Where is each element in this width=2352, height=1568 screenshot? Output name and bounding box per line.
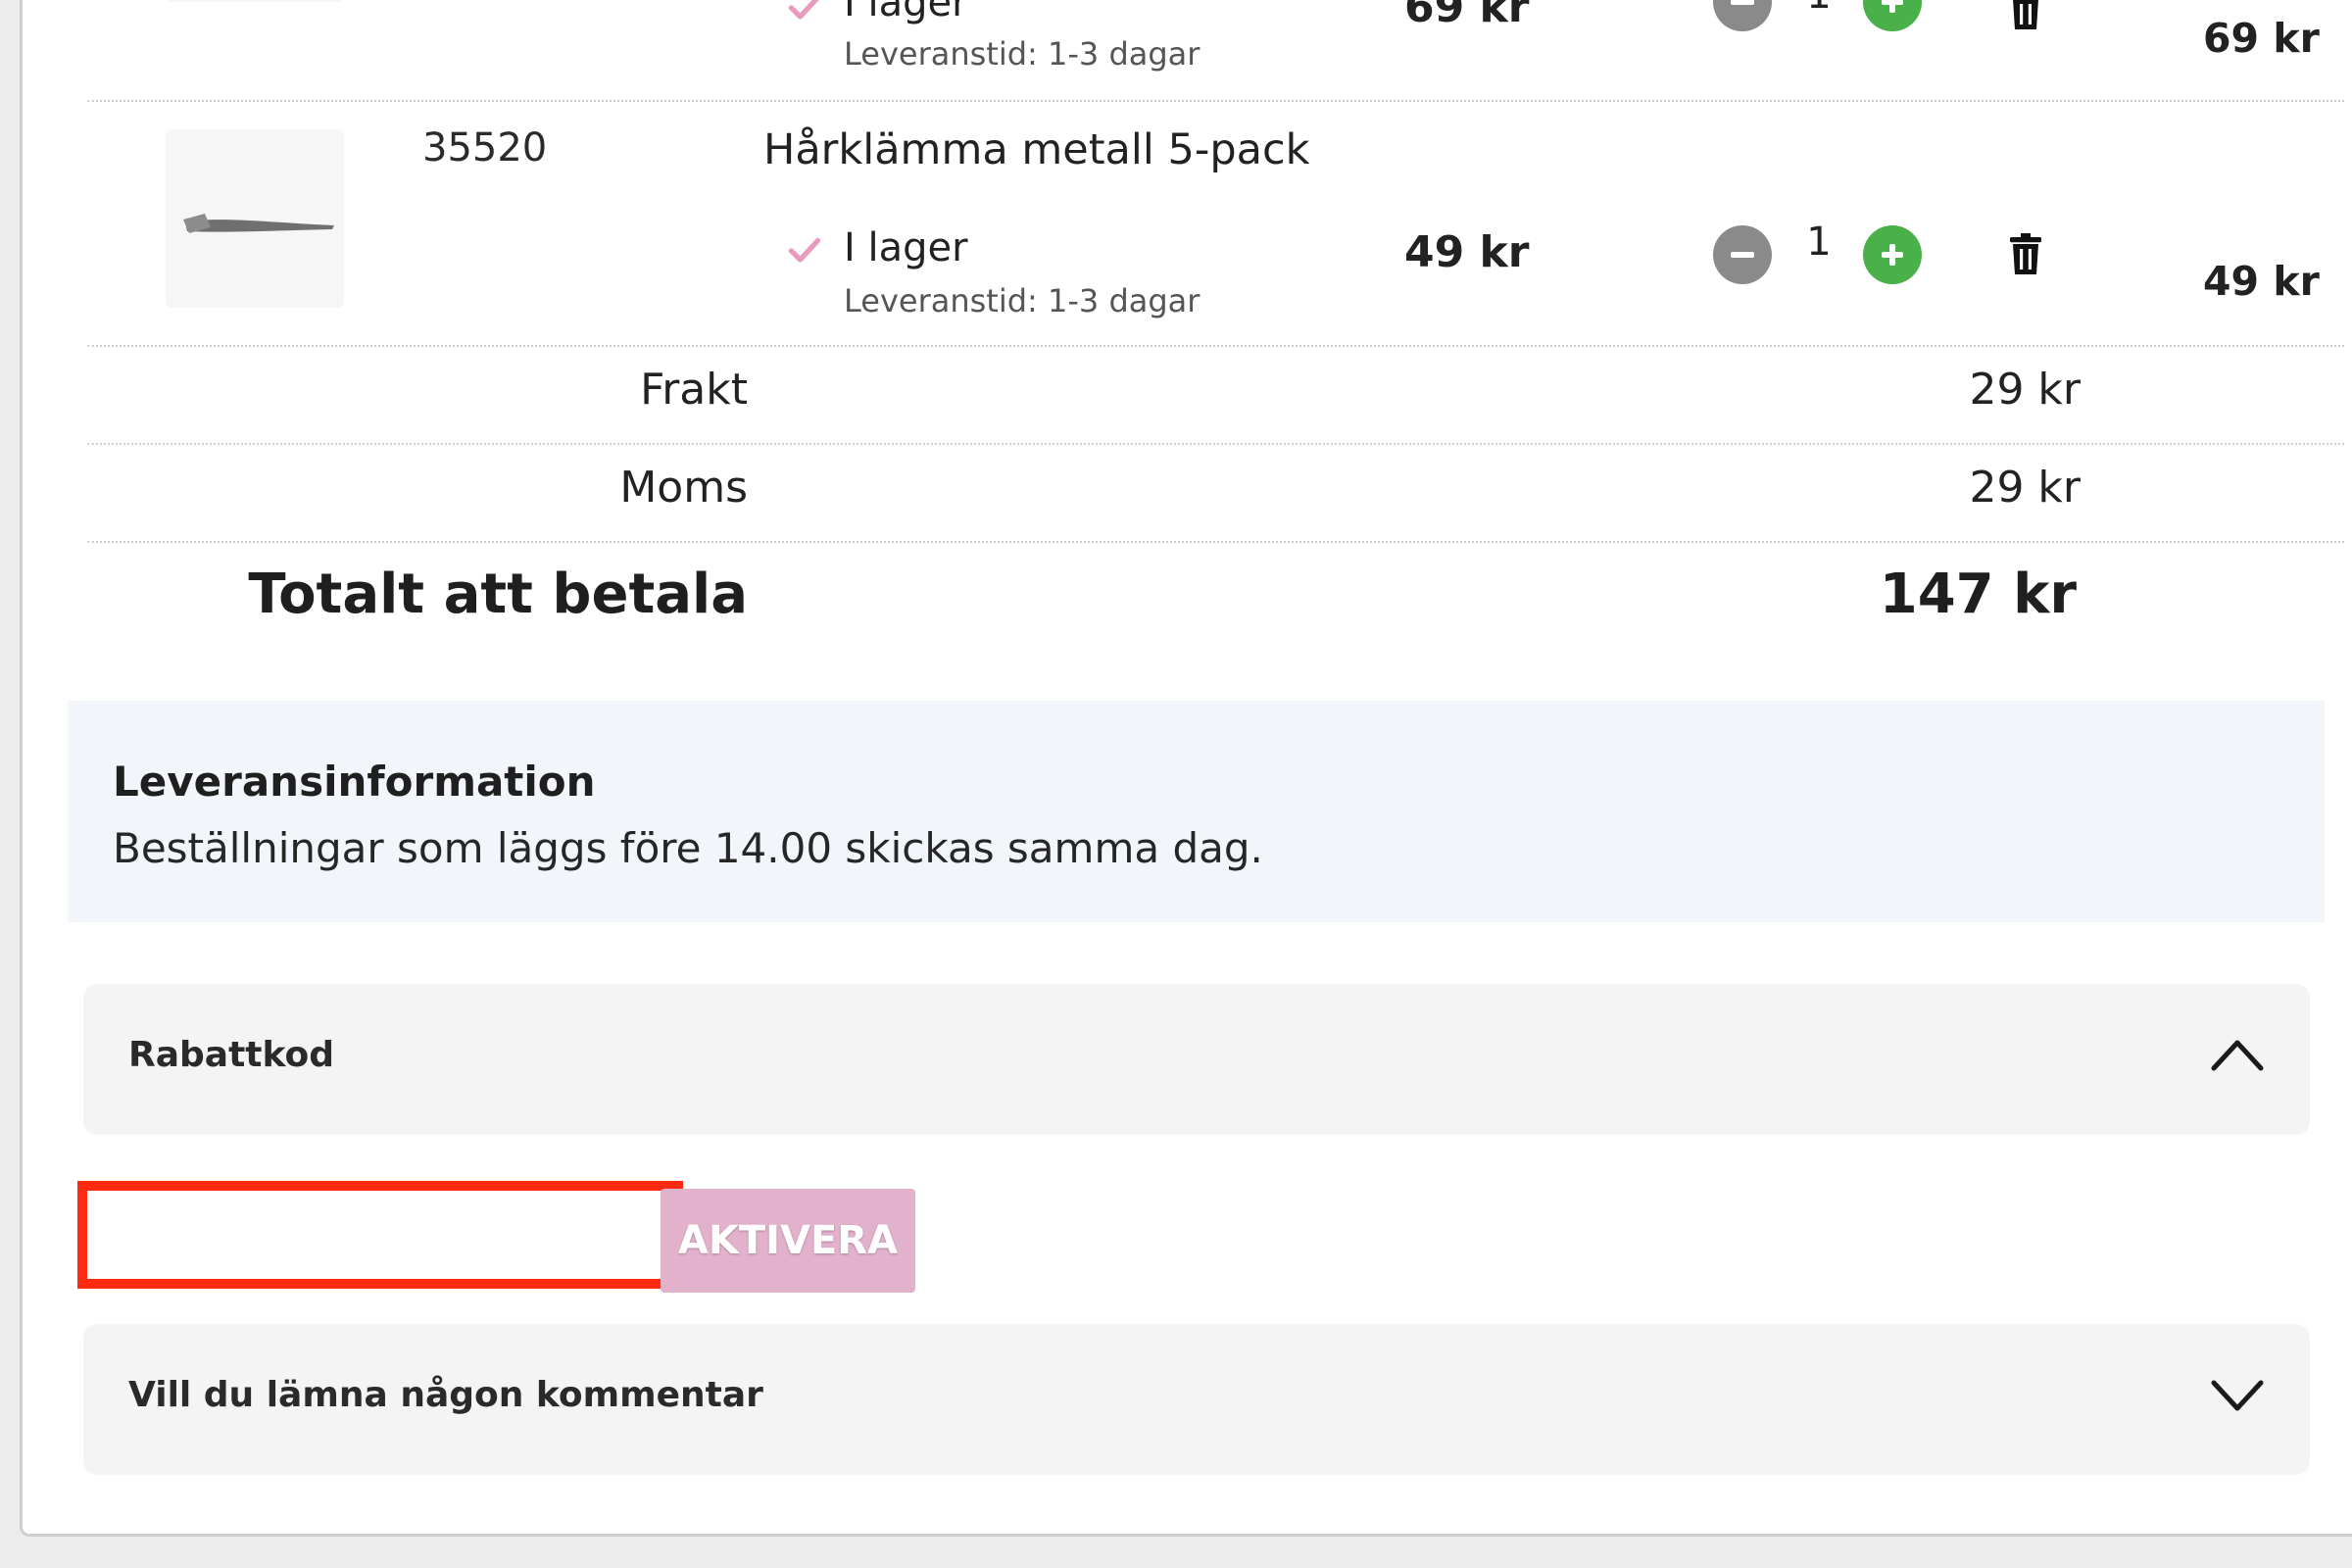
comment-title: Vill du lämna någon kommentar	[128, 1375, 763, 1415]
check-icon	[788, 237, 821, 263]
divider	[87, 100, 2344, 102]
row-total: 49 kr	[2203, 258, 2320, 305]
total-label: Totalt att betala	[248, 563, 748, 626]
vat-label: Moms	[619, 463, 748, 513]
stock-status: I lager	[844, 225, 968, 270]
shipping-label: Frakt	[640, 365, 748, 415]
trash-icon[interactable]	[2008, 0, 2043, 31]
unit-price: 69 kr	[1404, 0, 1530, 32]
chevron-down-icon	[2211, 1380, 2264, 1411]
comment-accordion[interactable]: Vill du lämna någon kommentar	[83, 1324, 2310, 1475]
increase-quantity-button[interactable]	[1863, 0, 1922, 31]
divider	[87, 345, 2344, 347]
quantity-value: 1	[1806, 220, 1832, 265]
decrease-quantity-button[interactable]	[1713, 225, 1772, 284]
delivery-info-text: Beställningar som läggs före 14.00 skick…	[113, 824, 1263, 872]
discount-code-title: Rabattkod	[128, 1035, 334, 1075]
total-value: 147 kr	[1879, 563, 2077, 626]
activate-discount-button[interactable]: AKTIVERA	[661, 1189, 915, 1293]
chevron-up-icon	[2211, 1040, 2264, 1071]
discount-code-accordion[interactable]: Rabattkod	[83, 984, 2310, 1135]
trash-icon[interactable]	[2008, 233, 2043, 276]
product-thumbnail[interactable]	[166, 0, 344, 2]
minus-icon	[1731, 252, 1754, 258]
article-number: 35520	[422, 125, 548, 171]
unit-price: 49 kr	[1404, 227, 1530, 277]
lead-time: Leveranstid: 1-3 dagar	[844, 35, 1200, 73]
increase-quantity-button[interactable]	[1863, 225, 1922, 284]
stock-status: I lager	[844, 0, 968, 25]
shipping-value: 29 kr	[1969, 365, 2081, 415]
discount-code-input[interactable]	[77, 1181, 683, 1289]
lead-time: Leveranstid: 1-3 dagar	[844, 282, 1200, 319]
product-thumbnail[interactable]	[166, 129, 344, 308]
minus-icon	[1731, 0, 1754, 5]
quantity-value: 1	[1799, 0, 1838, 18]
cart-panel: I lager Leveranstid: 1-3 dagar 69 kr 1 6…	[20, 0, 2352, 1537]
delivery-info-title: Leveransinformation	[113, 758, 596, 806]
product-name[interactable]: Hårklämma metall 5-pack	[763, 125, 1310, 174]
row-total: 69 kr	[2203, 15, 2320, 62]
divider	[87, 541, 2344, 543]
delivery-info-box: Leveransinformation Beställningar som lä…	[68, 701, 2325, 922]
vat-value: 29 kr	[1969, 463, 2081, 513]
hair-clip-image	[183, 214, 334, 233]
check-icon	[788, 0, 819, 20]
decrease-quantity-button[interactable]	[1713, 0, 1772, 31]
divider	[87, 443, 2344, 445]
